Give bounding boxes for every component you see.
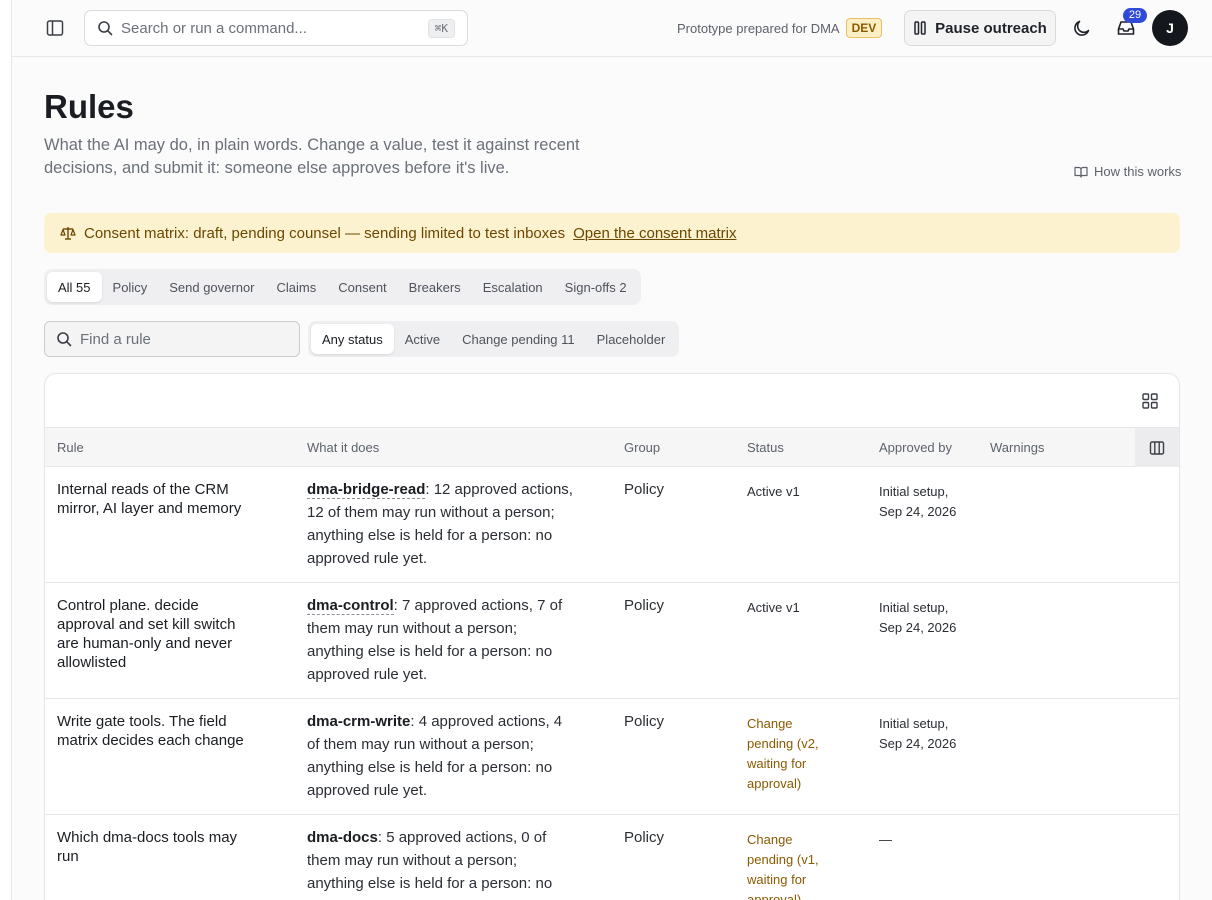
left-rail — [0, 0, 12, 900]
status-placeholder[interactable]: Placeholder — [586, 324, 677, 354]
how-this-works-link[interactable]: How this works — [1074, 164, 1181, 179]
status-badge: Change pending (v2, waiting for approval… — [747, 716, 819, 791]
tab-escalation[interactable]: Escalation — [472, 272, 554, 302]
rule-group: Policy — [624, 481, 665, 498]
search-icon — [57, 332, 72, 347]
open-consent-matrix-link[interactable]: Open the consent matrix — [573, 225, 736, 242]
consent-banner-text: Consent matrix: draft, pending counsel —… — [84, 224, 566, 242]
tab-send-governor[interactable]: Send governor — [158, 272, 265, 302]
status-active[interactable]: Active — [394, 324, 451, 354]
page-description: What the AI may do, in plain words. Chan… — [44, 136, 580, 177]
top-bar: ⌘K Prototype prepared for DMA DEV Pause … — [12, 0, 1212, 57]
table-row[interactable]: Control plane. decide approval and set k… — [45, 583, 1179, 699]
status-change-pending[interactable]: Change pending 11 — [451, 324, 586, 354]
approved-by: Initial setup, Sep 24, 2026 — [879, 716, 957, 751]
group-tabs: All 55 Policy Send governor Claims Conse… — [44, 269, 641, 305]
tab-policy[interactable]: Policy — [102, 272, 159, 302]
tab-sign-offs[interactable]: Sign-offs 2 — [554, 272, 638, 302]
inbox-count-badge: 29 — [1123, 8, 1147, 23]
table-header: Rule What it does Group Status Approved … — [45, 427, 1179, 467]
search-icon — [98, 21, 113, 36]
sidebar-toggle-icon[interactable] — [44, 17, 66, 39]
pause-outreach-button[interactable]: Pause outreach — [904, 10, 1056, 46]
command-search[interactable]: ⌘K — [84, 10, 468, 46]
rule-name: Write gate tools. The field matrix decid… — [57, 713, 244, 749]
moon-icon[interactable] — [1070, 16, 1094, 40]
page-title: Rules — [44, 88, 134, 125]
rule-key[interactable]: dma-bridge-read — [307, 481, 426, 499]
prototype-note: Prototype prepared for DMA DEV — [677, 18, 883, 38]
status-filter: Any status Active Change pending 11 Plac… — [308, 321, 680, 357]
rule-name: Internal reads of the CRM mirror, AI lay… — [57, 481, 242, 517]
approved-by: Initial setup, Sep 24, 2026 — [879, 600, 957, 635]
prototype-note-text: Prototype prepared for DMA — [677, 20, 840, 36]
status-badge: Active v1 — [747, 600, 800, 615]
status-any[interactable]: Any status — [311, 324, 394, 354]
approved-by: Initial setup, Sep 24, 2026 — [879, 484, 957, 519]
status-badge: Change pending (v1, waiting for approval… — [747, 832, 819, 900]
rule-key[interactable]: dma-crm-write — [307, 713, 410, 730]
pause-icon — [914, 21, 926, 35]
consent-banner: Consent matrix: draft, pending counsel —… — [44, 213, 1180, 253]
tab-all[interactable]: All 55 — [47, 272, 102, 302]
command-search-input[interactable] — [121, 19, 428, 37]
pause-outreach-label: Pause outreach — [935, 19, 1047, 37]
env-badge: DEV — [845, 18, 883, 38]
col-approved-by[interactable]: Approved by — [879, 440, 952, 455]
columns-icon[interactable] — [1135, 428, 1179, 467]
grid-icon[interactable] — [1141, 392, 1159, 410]
table-row[interactable]: Write gate tools. The field matrix decid… — [45, 699, 1179, 815]
rule-key[interactable]: dma-docs — [307, 829, 378, 846]
col-rule[interactable]: Rule — [57, 440, 84, 455]
status-badge: Active v1 — [747, 484, 800, 499]
table-row[interactable]: Which dma-docs tools may run dma-docs: 5… — [45, 815, 1179, 900]
scale-icon — [60, 227, 76, 240]
rule-description: dma-docs: 5 approved actions, 0 of them … — [307, 826, 577, 900]
col-warnings[interactable]: Warnings — [990, 440, 1044, 455]
rules-table: Rule What it does Group Status Approved … — [44, 373, 1180, 900]
rule-description: dma-crm-write: 4 approved actions, 4 of … — [307, 710, 577, 802]
approved-by: — — [879, 832, 892, 847]
shortcut-hint: ⌘K — [427, 18, 455, 38]
rule-key[interactable]: dma-control — [307, 597, 394, 615]
rule-group: Policy — [624, 713, 665, 730]
rule-description: dma-bridge-read: 12 approved actions, 12… — [307, 478, 577, 570]
how-this-works-label: How this works — [1094, 164, 1182, 179]
rule-search[interactable] — [44, 321, 300, 357]
rule-name: Control plane. decide approval and set k… — [57, 597, 236, 671]
tab-claims[interactable]: Claims — [266, 272, 328, 302]
rule-search-input[interactable] — [80, 330, 280, 348]
rule-name: Which dma-docs tools may run — [57, 829, 238, 865]
col-what-it-does[interactable]: What it does — [307, 440, 379, 455]
rule-description: dma-control: 7 approved actions, 7 of th… — [307, 594, 577, 686]
table-row[interactable]: Internal reads of the CRM mirror, AI lay… — [45, 467, 1179, 583]
col-status[interactable]: Status — [747, 440, 784, 455]
book-icon — [1074, 166, 1088, 178]
tab-breakers[interactable]: Breakers — [398, 272, 472, 302]
rule-group: Policy — [624, 597, 665, 614]
col-group[interactable]: Group — [624, 440, 660, 455]
avatar[interactable]: J — [1152, 10, 1188, 46]
tab-consent[interactable]: Consent — [327, 272, 397, 302]
rule-group: Policy — [624, 829, 665, 846]
